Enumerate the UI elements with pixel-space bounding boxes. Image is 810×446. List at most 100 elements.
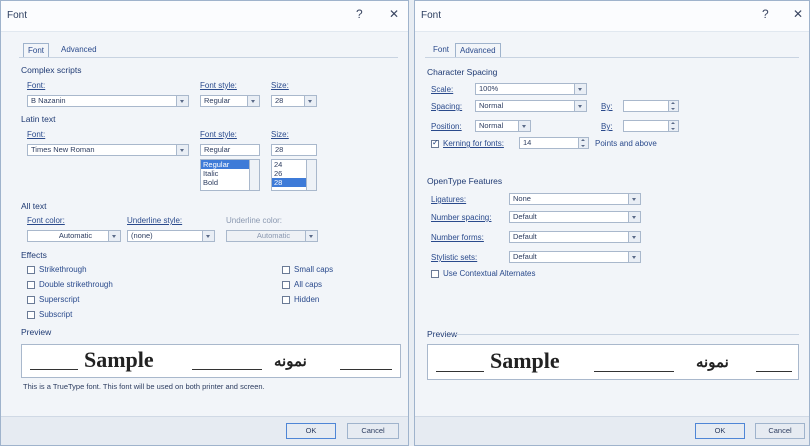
- stylistic-sets-select[interactable]: Default: [509, 251, 641, 263]
- tab-font[interactable]: Font: [23, 43, 50, 57]
- latin-font-select[interactable]: Times New Roman: [27, 144, 189, 156]
- tab-advanced[interactable]: Advanced: [57, 43, 101, 56]
- help-button[interactable]: ?: [762, 7, 769, 21]
- complex-style-label: Font style:: [200, 81, 237, 90]
- all-caps-label: All caps: [294, 280, 323, 289]
- spinner-icon[interactable]: [668, 121, 678, 131]
- latin-style-list[interactable]: Regular Italic Bold: [200, 159, 260, 191]
- double-strikethrough-label: Double strikethrough: [39, 280, 113, 289]
- chevron-down-icon: [628, 232, 640, 242]
- number-spacing-value: Default: [513, 212, 537, 221]
- chevron-down-icon: [574, 101, 586, 111]
- stylistic-sets-value: Default: [513, 252, 537, 261]
- spacing-select[interactable]: Normal: [475, 100, 587, 112]
- spacing-by-input[interactable]: [623, 100, 679, 112]
- spacing-label: Spacing:: [431, 102, 463, 111]
- preview-heading: Preview: [427, 329, 458, 339]
- close-button[interactable]: ✕: [793, 7, 803, 21]
- latin-size-input[interactable]: 28: [271, 144, 317, 156]
- spacing-by-label: By:: [601, 102, 613, 111]
- underline-style-select[interactable]: (none): [127, 230, 215, 242]
- position-label: Position:: [431, 122, 462, 131]
- latin-size-list[interactable]: 24 26 28: [271, 159, 317, 191]
- chevron-down-icon: [628, 252, 640, 262]
- chevron-down-icon: [202, 231, 214, 241]
- complex-font-select[interactable]: B Nazanin: [27, 95, 189, 107]
- opentype-heading: OpenType Features: [427, 176, 503, 186]
- latin-style-value: Regular: [204, 145, 231, 154]
- latin-size-label: Size:: [271, 130, 289, 139]
- effects-heading: Effects: [21, 250, 47, 260]
- complex-style-value: Regular: [204, 96, 231, 105]
- kerning-checkbox[interactable]: [431, 138, 439, 148]
- underline-style-value: (none): [131, 231, 153, 240]
- latin-size-value: 28: [275, 145, 284, 154]
- scrollbar[interactable]: [306, 160, 316, 190]
- kerning-value: 14: [523, 138, 532, 147]
- chevron-down-icon: [628, 194, 640, 204]
- button-bar: OK Cancel: [1, 416, 408, 445]
- font-dialog-advanced-tab: Font ? ✕ Font Advanced Character Spacing…: [414, 0, 810, 446]
- scale-value: 100%: [479, 84, 499, 93]
- underline-style-label: Underline style:: [127, 216, 183, 225]
- position-value: Normal: [479, 121, 504, 130]
- preview-box: Sample نمونه: [21, 344, 401, 378]
- font-color-label: Font color:: [27, 216, 65, 225]
- button-bar: OK Cancel: [415, 416, 809, 445]
- preview-heading: Preview: [21, 327, 52, 337]
- ligatures-label: Ligatures:: [431, 195, 467, 204]
- all-caps-checkbox[interactable]: [282, 281, 290, 289]
- complex-size-select[interactable]: 28: [271, 95, 317, 107]
- underline-color-select[interactable]: Automatic: [226, 230, 318, 242]
- contextual-alternates-checkbox[interactable]: [431, 270, 439, 278]
- position-by-input[interactable]: [623, 120, 679, 132]
- preview-sample-arabic: نمونه: [696, 353, 729, 371]
- underline-color-label: Underline color:: [226, 216, 283, 225]
- preview-note: This is a TrueType font. This font will …: [23, 382, 265, 391]
- hidden-checkbox[interactable]: [282, 296, 290, 304]
- help-button[interactable]: ?: [356, 7, 363, 21]
- ok-button[interactable]: OK: [286, 423, 336, 439]
- chevron-down-icon: [176, 96, 188, 106]
- title-bar: Font ? ✕: [415, 1, 809, 32]
- number-forms-label: Number forms:: [431, 233, 484, 242]
- position-select[interactable]: Normal: [475, 120, 531, 132]
- number-forms-select[interactable]: Default: [509, 231, 641, 243]
- number-spacing-select[interactable]: Default: [509, 211, 641, 223]
- superscript-label: Superscript: [39, 295, 80, 304]
- spinner-icon[interactable]: [668, 101, 678, 111]
- subscript-label: Subscript: [39, 310, 73, 319]
- scrollbar[interactable]: [249, 160, 259, 190]
- all-text-heading: All text: [21, 201, 47, 211]
- cancel-button[interactable]: Cancel: [755, 423, 805, 439]
- kerning-label: Kerning for fonts:: [443, 139, 504, 148]
- character-spacing-heading: Character Spacing: [427, 67, 498, 77]
- superscript-checkbox[interactable]: [27, 296, 35, 304]
- ok-button[interactable]: OK: [695, 423, 745, 439]
- number-spacing-label: Number spacing:: [431, 213, 492, 222]
- spinner-icon[interactable]: [578, 138, 588, 148]
- cancel-button[interactable]: Cancel: [347, 423, 399, 439]
- double-strikethrough-checkbox[interactable]: [27, 281, 35, 289]
- dialog-title: Font: [7, 10, 28, 21]
- tab-advanced[interactable]: Advanced: [455, 43, 501, 57]
- font-dialog-font-tab: Font ? ✕ Font Advanced Complex scripts F…: [0, 0, 409, 446]
- complex-style-select[interactable]: Regular: [200, 95, 260, 107]
- underline-color-value: Automatic: [256, 231, 291, 240]
- complex-scripts-heading: Complex scripts: [21, 65, 82, 75]
- scale-select[interactable]: 100%: [475, 83, 587, 95]
- close-button[interactable]: ✕: [389, 7, 399, 21]
- tab-font[interactable]: Font: [429, 43, 453, 56]
- complex-size-value: 28: [275, 96, 284, 105]
- ligatures-value: None: [513, 194, 531, 203]
- complex-font-label: Font:: [27, 81, 46, 90]
- subscript-checkbox[interactable]: [27, 311, 35, 319]
- preview-sample-latin: Sample: [84, 347, 154, 372]
- latin-style-input[interactable]: Regular: [200, 144, 260, 156]
- ligatures-select[interactable]: None: [509, 193, 641, 205]
- small-caps-checkbox[interactable]: [282, 266, 290, 274]
- strikethrough-checkbox[interactable]: [27, 266, 35, 274]
- font-color-select[interactable]: Automatic: [27, 230, 121, 242]
- kerning-input[interactable]: 14: [519, 137, 589, 149]
- complex-font-value: B Nazanin: [31, 96, 66, 105]
